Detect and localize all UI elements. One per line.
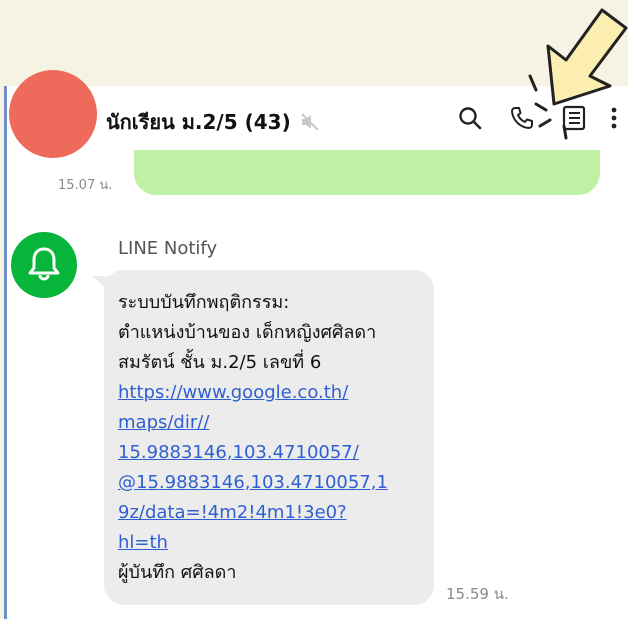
- previous-message-time: 15.07 น.: [58, 178, 113, 193]
- map-link[interactable]: 15.9883146,103.4710057/: [118, 438, 428, 468]
- map-link[interactable]: https://www.google.co.th/: [118, 378, 428, 408]
- message-time: 15.59 น.: [446, 585, 509, 603]
- message-line: ระบบบันทึกพฤติกรรม:: [118, 292, 290, 313]
- map-link[interactable]: hl=th: [118, 528, 428, 558]
- message-line: ตำแหน่งบ้านของ เด็กหญิงศศิลดา: [118, 322, 377, 343]
- message-line: สมรัตน์ ชั้น ม.2/5 เลขที่ 6: [118, 352, 322, 373]
- group-name: นักเรียน ม.2/5 (43): [106, 110, 291, 134]
- line-notify-avatar[interactable]: [11, 232, 77, 298]
- sender-name: LINE Notify: [118, 238, 218, 259]
- map-link[interactable]: @15.9883146,103.4710057,1: [118, 468, 428, 498]
- pointer-arrow-annotation: [528, 8, 628, 140]
- muted-speaker-icon: [299, 111, 321, 133]
- previous-message-bubble[interactable]: [134, 150, 600, 195]
- message-text: ระบบบันทึกพฤติกรรม: ตำแหน่งบ้านของ เด็กห…: [118, 288, 428, 588]
- chat-header-title: นักเรียน ม.2/5 (43): [106, 106, 321, 138]
- message-footer: ผู้บันทึก ศศิลดา: [118, 562, 237, 583]
- window-edge: [4, 86, 7, 619]
- bell-icon: [24, 243, 64, 287]
- map-link[interactable]: maps/dir//: [118, 408, 428, 438]
- search-icon[interactable]: [456, 104, 484, 132]
- map-link[interactable]: 9z/data=!4m2!4m1!3e0?: [118, 498, 428, 528]
- group-avatar[interactable]: [9, 70, 97, 158]
